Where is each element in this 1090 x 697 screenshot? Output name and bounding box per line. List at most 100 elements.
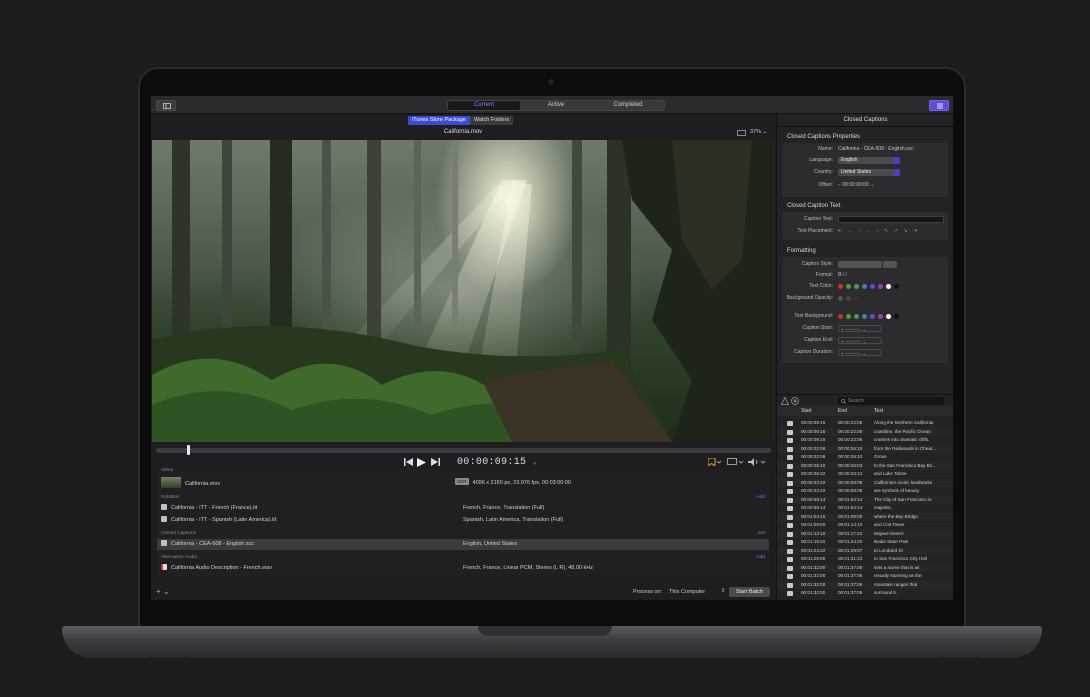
add-caption-icon[interactable]	[791, 397, 799, 405]
tab-completed[interactable]: Completed	[592, 101, 664, 110]
caption-row[interactable]: 00:01:32:00 00:01:37:06 sets a scene that …	[777, 563, 953, 572]
color-swatch[interactable]	[878, 284, 883, 289]
marker-icon[interactable]	[708, 458, 721, 466]
offset-field[interactable]: − 00:00:00:00 ⌄	[838, 182, 874, 188]
caption-row[interactable]: 00:01:32:00 00:01:37:06 surround it.	[777, 589, 953, 598]
caption-row[interactable]: 00:01:04:15 00:01:09:00 where the Bay Brid…	[777, 512, 953, 521]
bold-icon[interactable]: B	[838, 272, 842, 278]
caption-row[interactable]: 00:00:09:16 00:00:22:06 crashes into drama…	[777, 436, 953, 445]
playhead[interactable]	[187, 445, 190, 455]
caption-icon	[787, 506, 793, 511]
caption-row[interactable]: 00:00:09:16 00:00:22:06 coastline, the Pac…	[777, 427, 953, 436]
caption-row[interactable]: 00:00:58:14 00:01:04:14 The City of San Fr…	[777, 495, 953, 504]
caption-row[interactable]: 00:01:13:18 00:01:17:22 Mojave Desert	[777, 529, 953, 538]
color-swatch[interactable]	[838, 284, 843, 289]
offset-label: Offset:	[818, 182, 833, 188]
caption-end-field[interactable]: + --:--:--:-- ⌄	[838, 337, 882, 344]
color-swatch[interactable]	[854, 314, 859, 319]
color-swatch[interactable]	[870, 314, 875, 319]
opacity-swatch[interactable]	[854, 296, 859, 301]
view-icon[interactable]	[737, 130, 746, 136]
color-swatch[interactable]	[870, 284, 875, 289]
caption-style-stepper[interactable]	[883, 261, 898, 268]
caption-row[interactable]: 00:00:26:10 00:00:36:03 to the San Francis…	[777, 461, 953, 470]
color-swatch[interactable]	[838, 314, 843, 319]
color-swatch[interactable]	[886, 284, 891, 289]
next-icon[interactable]	[431, 458, 440, 466]
caption-start-label: Caption Start:	[802, 325, 833, 331]
caption-start: 00:01:19:20	[801, 539, 826, 544]
tab-active[interactable]: Active	[520, 101, 592, 110]
color-swatch[interactable]	[846, 314, 851, 319]
caption-row[interactable]: 00:00:58:14 00:01:04:14 majestic,	[777, 504, 953, 513]
italic-icon[interactable]: U	[843, 272, 847, 278]
color-swatch[interactable]	[862, 284, 867, 289]
color-swatch[interactable]	[846, 284, 851, 289]
caption-icon	[787, 446, 793, 452]
add-subtitles-button[interactable]: Add	[756, 493, 765, 502]
color-swatch[interactable]	[894, 284, 899, 289]
caption-row[interactable]: 00:01:09:00 00:01:13:10 and Coit Tower	[777, 521, 953, 530]
add-audio-button[interactable]: Add	[756, 553, 765, 562]
color-swatch[interactable]	[886, 314, 891, 319]
zoom-menu[interactable]: 37% ⌄	[750, 129, 767, 135]
opacity-swatch[interactable]	[838, 296, 843, 301]
list-item[interactable]: California.mov SDR 4096 x 2160 px, 23.976…	[157, 477, 769, 490]
caption-duration-field[interactable]: + --:--:--:-- ⌄	[838, 349, 882, 356]
column-text[interactable]: Text	[874, 406, 950, 416]
list-item-selected[interactable]: California - CEA-608 - English.scc Engli…	[157, 539, 769, 550]
caption-icon	[787, 472, 793, 477]
text-background-label: Text Background:	[794, 313, 833, 319]
country-select[interactable]: United States	[838, 169, 900, 176]
tab-current[interactable]: Current	[448, 101, 520, 110]
caption-text-field[interactable]	[838, 216, 944, 223]
volume-icon[interactable]	[748, 458, 766, 466]
caption-row[interactable]: 00:01:24:22 00:01:29:07 to Lombard St	[777, 546, 953, 555]
watch-folders-button[interactable]: Watch Folders	[469, 116, 514, 125]
itunes-store-package-button[interactable]: iTunes Store Package	[408, 116, 470, 125]
caption-search-input[interactable]: Search	[838, 397, 944, 405]
caption-text: coastline, the Pacific Ocean	[874, 428, 931, 434]
language-select[interactable]: English	[838, 157, 900, 164]
color-swatch[interactable]	[862, 314, 867, 319]
app-window: Current Active Completed iTunes Store Pa…	[151, 96, 953, 600]
color-swatch[interactable]	[894, 314, 899, 319]
column-end[interactable]: End	[838, 406, 847, 416]
caption-icon	[787, 540, 793, 545]
display-icon[interactable]	[727, 458, 743, 466]
mode-segmented-control: iTunes Store Package Watch Folders	[408, 116, 514, 125]
caption-row[interactable]: 00:00:43:19 00:00:58:08 California's iconi…	[777, 478, 953, 487]
caption-row[interactable]: 00:00:36:22 00:00:43:12 and Lake Tahoe	[777, 470, 953, 479]
caption-row[interactable]: 00:00:09:16 00:00:22:06 Along the Northern…	[777, 419, 953, 428]
column-start[interactable]: Start	[801, 406, 812, 416]
format-icons[interactable]: B U	[838, 272, 847, 278]
caption-style-select[interactable]	[838, 261, 882, 268]
sidebar-toggle-button[interactable]	[156, 100, 176, 111]
caption-row[interactable]: 00:01:32:00 00:01:37:06 visually stunning …	[777, 572, 953, 581]
chevron-updown-icon[interactable]: ⇕	[721, 588, 726, 594]
video-viewer[interactable]	[152, 140, 775, 442]
caption-row[interactable]: 00:00:22:06 00:00:26:10 from the Redwoods …	[777, 444, 953, 453]
process-on-select[interactable]: This Computer	[669, 589, 705, 595]
caption-row[interactable]: 00:00:43:19 00:00:58:08 are symbols of bea…	[777, 487, 953, 496]
color-swatch[interactable]	[878, 314, 883, 319]
caption-row[interactable]: 00:00:22:06 00:00:26:10 Grove	[777, 453, 953, 462]
add-icon[interactable]: + ⌄	[156, 587, 170, 596]
list-item[interactable]: California Audio Description - French.wa…	[157, 563, 769, 574]
color-swatch[interactable]	[854, 284, 859, 289]
caption-row[interactable]: 00:01:29:08 00:01:31:23 to San Francisco C…	[777, 555, 953, 564]
inspector-toggle-button[interactable]	[929, 100, 949, 111]
set-captions-button[interactable]: Set	[758, 529, 765, 538]
list-item[interactable]: California - ITT - Spanish (Latin Americ…	[157, 515, 769, 526]
timeline-scrubber[interactable]	[156, 448, 771, 453]
list-item[interactable]: California - ITT - French (France).itt F…	[157, 503, 769, 514]
caption-end: 00:01:29:07	[838, 547, 863, 553]
caption-row[interactable]: 00:01:32:00 00:01:37:06 mountain ranges th…	[777, 580, 953, 589]
text-placement-arrows-icon[interactable]: ⇤ ← ↑ → ↓ ↖ ↗ ↘ ⇥	[838, 228, 919, 234]
caption-row[interactable]: 00:01:19:20 00:01:24:20 Bodie State Park	[777, 538, 953, 547]
previous-icon[interactable]	[404, 458, 413, 466]
opacity-swatch[interactable]	[846, 296, 851, 301]
start-batch-button[interactable]: Start Batch	[729, 587, 770, 597]
caption-start-field[interactable]: + --:--:--:-- ⌄	[838, 325, 882, 332]
warning-icon[interactable]	[781, 397, 789, 405]
